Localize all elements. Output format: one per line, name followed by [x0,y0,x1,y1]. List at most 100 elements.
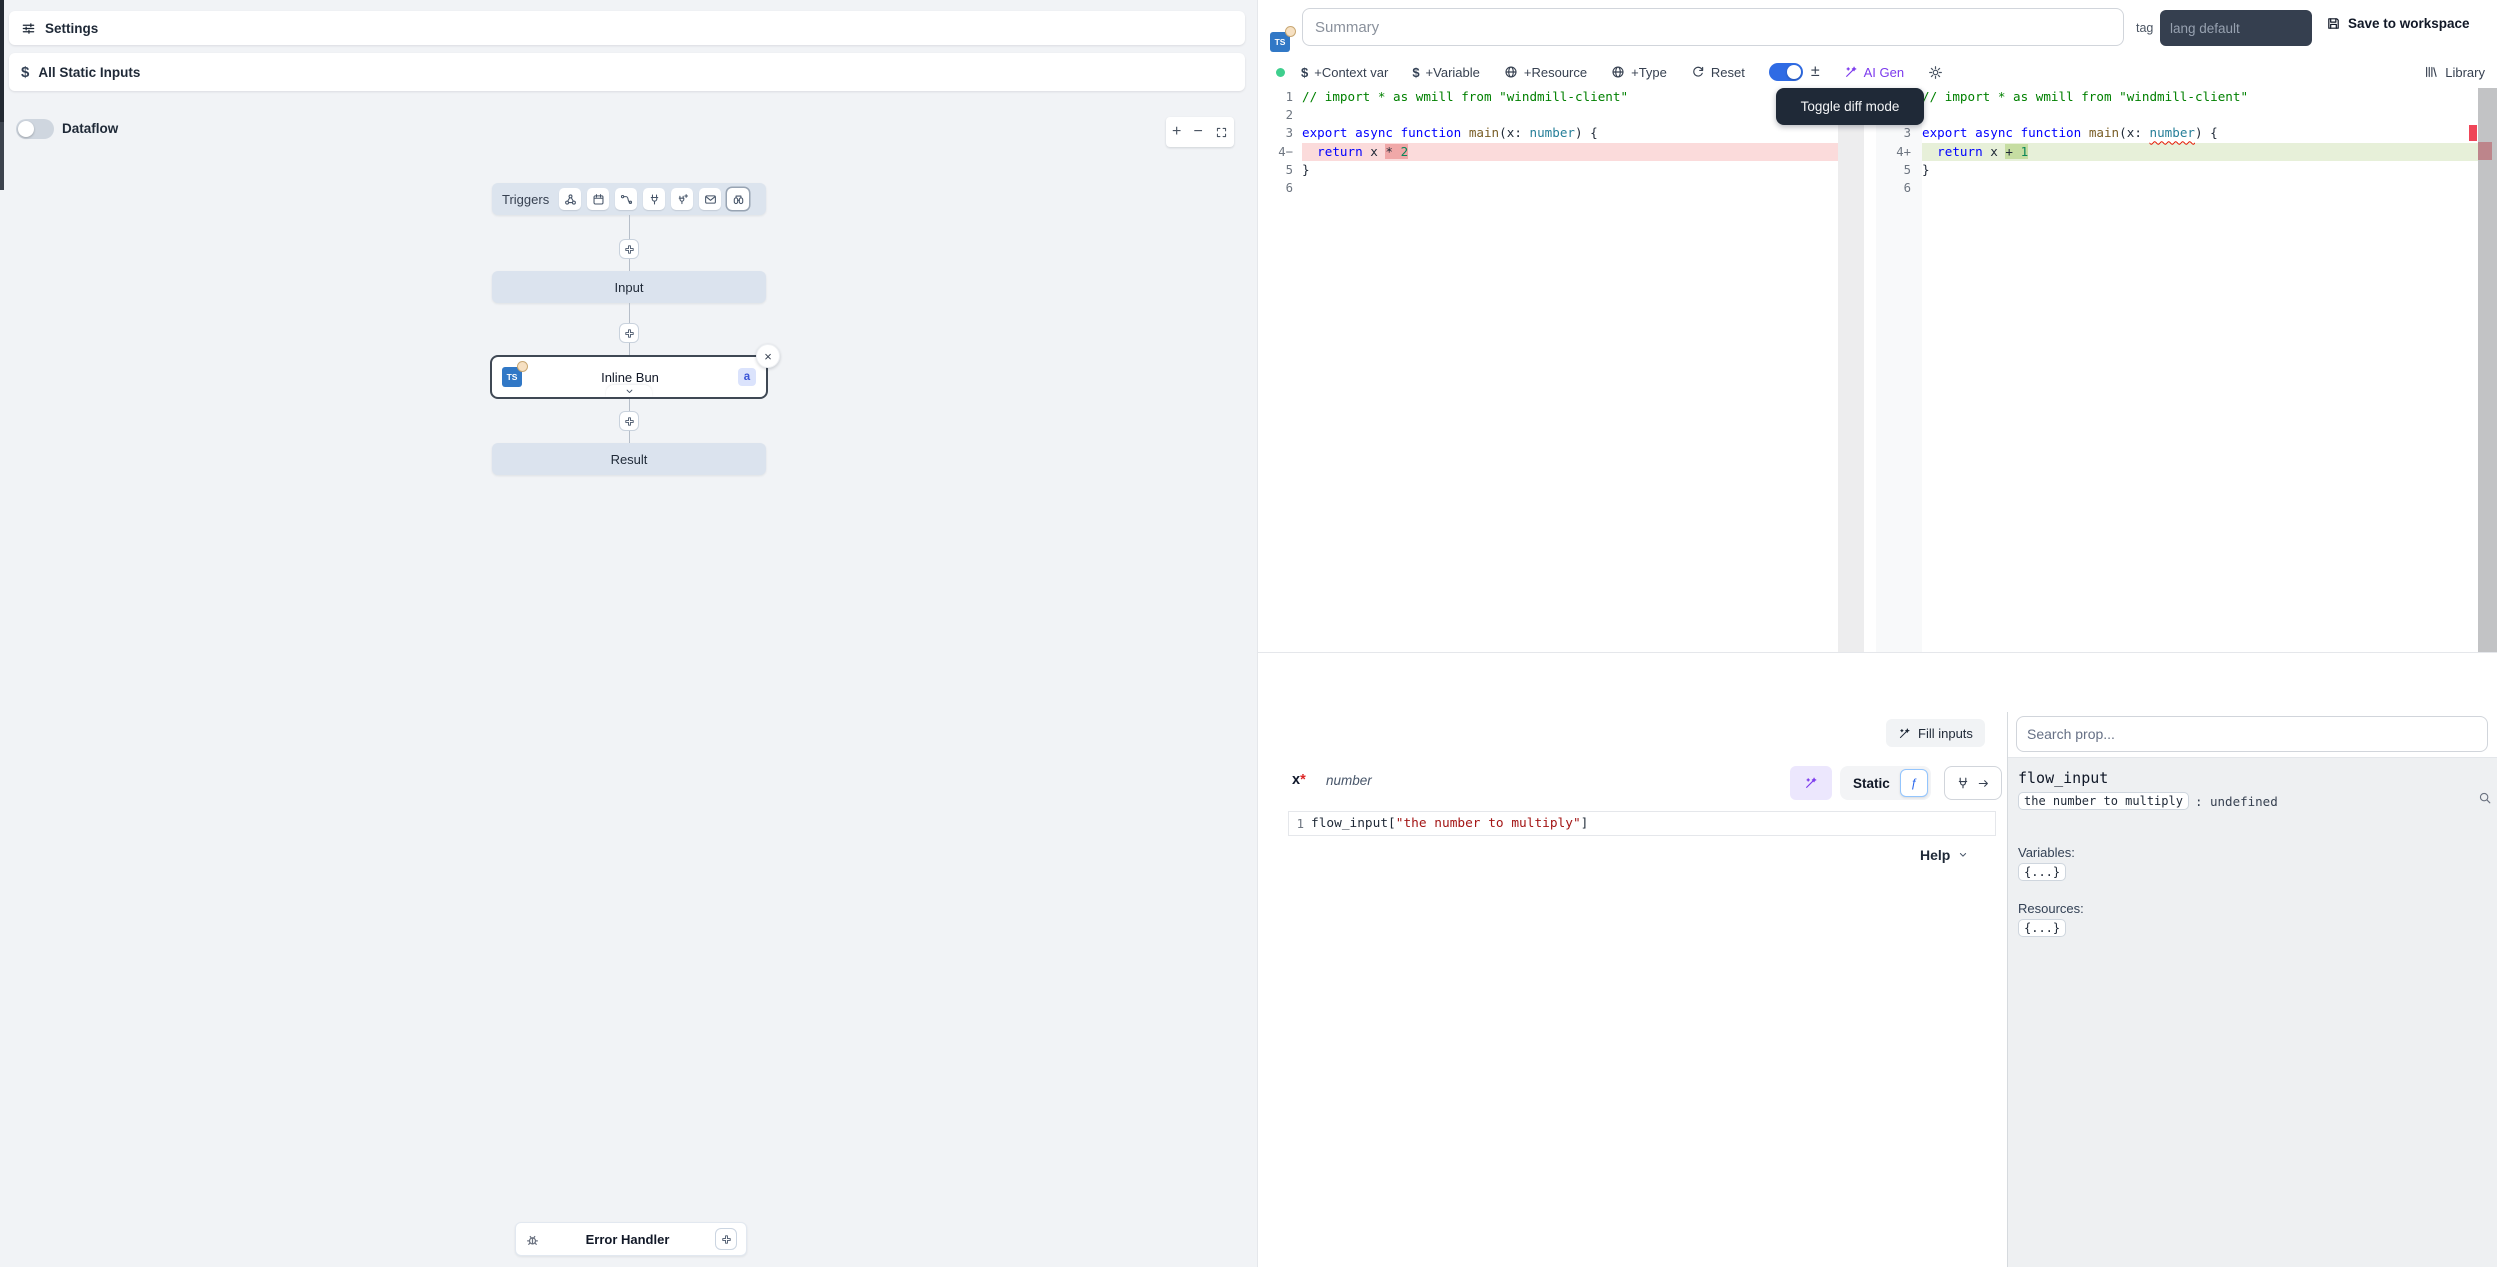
save-to-workspace-button[interactable]: Save to workspace [2326,16,2470,31]
triggers-bar: Triggers [492,183,766,215]
prop-key-chip[interactable]: the number to multiply [2018,792,2189,810]
fill-inputs-button[interactable]: Fill inputs [1886,719,1985,747]
collapsed-sidebar-edge-lower [0,122,4,190]
connector-line [629,303,630,323]
sliders-icon [21,21,36,36]
toolbar-item-resource[interactable]: +Resource [1504,65,1587,80]
code-line[interactable] [1302,106,1838,124]
code-line[interactable]: } [1302,161,1838,179]
ai-fill-button[interactable] [1790,766,1832,800]
toolbar-item-type[interactable]: +Type [1611,65,1667,80]
line-number: 1 [1258,88,1302,106]
resources-label: Resources: [2018,901,2084,916]
plug-icon [1956,776,1970,790]
trigger-poll-button[interactable] [727,188,749,210]
code-line[interactable] [1302,179,1838,197]
error-handler-label: Error Handler [540,1232,715,1247]
variables-chip: {...} [2018,863,2066,881]
step-node-title: Inline Bun [522,370,738,385]
globe-icon [1504,65,1518,79]
gear-icon[interactable] [1928,65,1943,80]
add-error-handler-button[interactable] [715,1228,737,1250]
search-prop-input[interactable] [2016,716,2488,752]
ai-gen-button[interactable]: AI Gen [1844,65,1904,80]
diff-collapse-button[interactable]: ± [1811,63,1820,81]
add-step-button-1[interactable] [619,239,639,259]
static-mode-label[interactable]: Static [1843,776,1900,791]
fill-inputs-label: Fill inputs [1918,726,1973,741]
code-line[interactable]: export async function main(x: number) { [1302,124,1838,142]
dataflow-label: Dataflow [62,121,118,136]
expression-editor[interactable]: 1 flow_input["the number to multiply"] [1288,811,1996,836]
flow-settings-button[interactable]: Settings [9,11,1245,45]
diff-right-code[interactable]: // import * as wmill from "windmill-clie… [1922,88,2478,197]
ts-badge-label: TS [1275,37,1286,47]
diff-left-code[interactable]: // import * as wmill from "windmill-clie… [1302,88,1838,197]
status-dot [1276,68,1285,77]
trigger-webhook-button[interactable] [559,188,581,210]
expression-mode-button[interactable]: ƒ [1900,769,1928,797]
editor-scrollbar[interactable] [2478,88,2497,652]
code-line[interactable]: } [1922,161,2478,179]
wand-icon [1898,727,1911,740]
add-step-button-2[interactable] [619,323,639,343]
required-mark: * [1300,772,1306,788]
zoom-in-button[interactable]: + [1172,124,1181,140]
prop-entry[interactable]: the number to multiply : undefined [2018,792,2278,810]
toolbar-item-reset[interactable]: Reset [1691,65,1745,80]
flow-result-node[interactable]: Result [492,443,766,475]
expression-line-number: 1 [1289,817,1311,831]
code-line[interactable] [1922,179,2478,197]
help-dropdown[interactable]: Help [1920,847,1969,863]
trigger-database-button[interactable] [671,188,693,210]
trigger-route-button[interactable] [615,188,637,210]
code-line[interactable]: // import * as wmill from "windmill-clie… [1302,88,1838,106]
line-number: 4+ [1876,143,1920,161]
library-label: Library [2445,65,2485,80]
summary-input[interactable] [1302,8,2124,46]
connector-line [629,259,630,271]
line-number: 5 [1258,161,1302,179]
prop-root-flow-input[interactable]: flow_input [2018,769,2108,787]
triggers-label: Triggers [502,192,549,207]
code-line[interactable]: return x * 2 [1302,143,1838,161]
chevron-down-icon [624,386,635,397]
diff-toggle[interactable] [1769,63,1803,81]
schedule-icon [592,193,605,206]
line-number: 5 [1876,161,1920,179]
toolbar-item-variable[interactable]: $+Variable [1412,65,1480,80]
zoom-out-button[interactable]: − [1193,124,1202,140]
connect-input-button[interactable] [1944,766,2002,800]
add-step-button-3[interactable] [619,411,639,431]
dataflow-toggle[interactable] [16,119,54,139]
step-node-inline-bun[interactable]: TS Inline Bun a × [490,355,768,399]
help-label: Help [1920,847,1950,863]
trigger-email-button[interactable] [699,188,721,210]
step-node-expand-tab[interactable] [606,385,652,397]
toolbar-item-context-var[interactable]: $+Context var [1301,65,1388,80]
fullscreen-icon[interactable] [1215,126,1228,139]
tag-input[interactable] [2160,10,2312,46]
poll-icon [732,193,745,206]
search-icon[interactable] [2478,791,2492,805]
library-button[interactable]: Library [2424,56,2485,88]
plus-icon [624,416,635,427]
tag-label: tag [2136,21,2153,35]
code-line[interactable]: export async function main(x: number) { [1922,124,2478,142]
code-line[interactable]: // import * as wmill from "windmill-clie… [1922,88,2478,106]
error-handler-node[interactable]: Error Handler [515,1222,747,1256]
trigger-websocket-button[interactable] [643,188,665,210]
save-label: Save to workspace [2348,16,2470,31]
trigger-schedule-button[interactable] [587,188,609,210]
canvas-zoom-controls: + − [1166,117,1234,147]
diff-overview-marker [2478,142,2492,160]
ts-badge-label: TS [507,372,518,382]
expression-code: flow_input["the number to multiply"] [1311,816,1588,831]
code-line[interactable] [1922,106,2478,124]
globe-icon [1611,65,1625,79]
all-static-inputs-button[interactable]: $ All Static Inputs [9,53,1245,91]
flow-input-node[interactable]: Input [492,271,766,303]
prop-value: : undefined [2195,794,2278,809]
delete-step-button[interactable]: × [756,344,780,368]
code-line[interactable]: return x + 1 [1922,143,2478,161]
